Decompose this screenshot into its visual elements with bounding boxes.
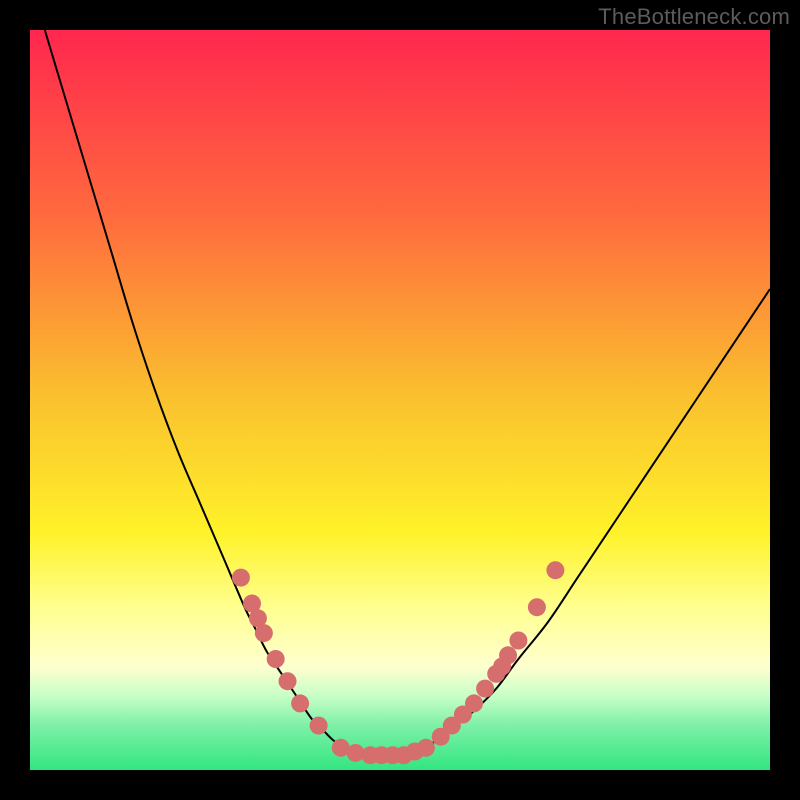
- chart-svg: [30, 30, 770, 770]
- data-point: [528, 598, 546, 616]
- gradient-background: [30, 30, 770, 770]
- data-point: [476, 680, 494, 698]
- data-point: [279, 672, 297, 690]
- data-point: [291, 694, 309, 712]
- data-point: [310, 717, 328, 735]
- data-point: [267, 650, 285, 668]
- data-point: [499, 646, 517, 664]
- plot-area: [30, 30, 770, 770]
- data-point: [417, 739, 435, 757]
- data-point: [546, 561, 564, 579]
- data-point: [255, 624, 273, 642]
- data-point: [232, 569, 250, 587]
- chart-stage: TheBottleneck.com: [0, 0, 800, 800]
- watermark-text: TheBottleneck.com: [598, 4, 790, 30]
- data-point: [509, 632, 527, 650]
- data-point: [465, 694, 483, 712]
